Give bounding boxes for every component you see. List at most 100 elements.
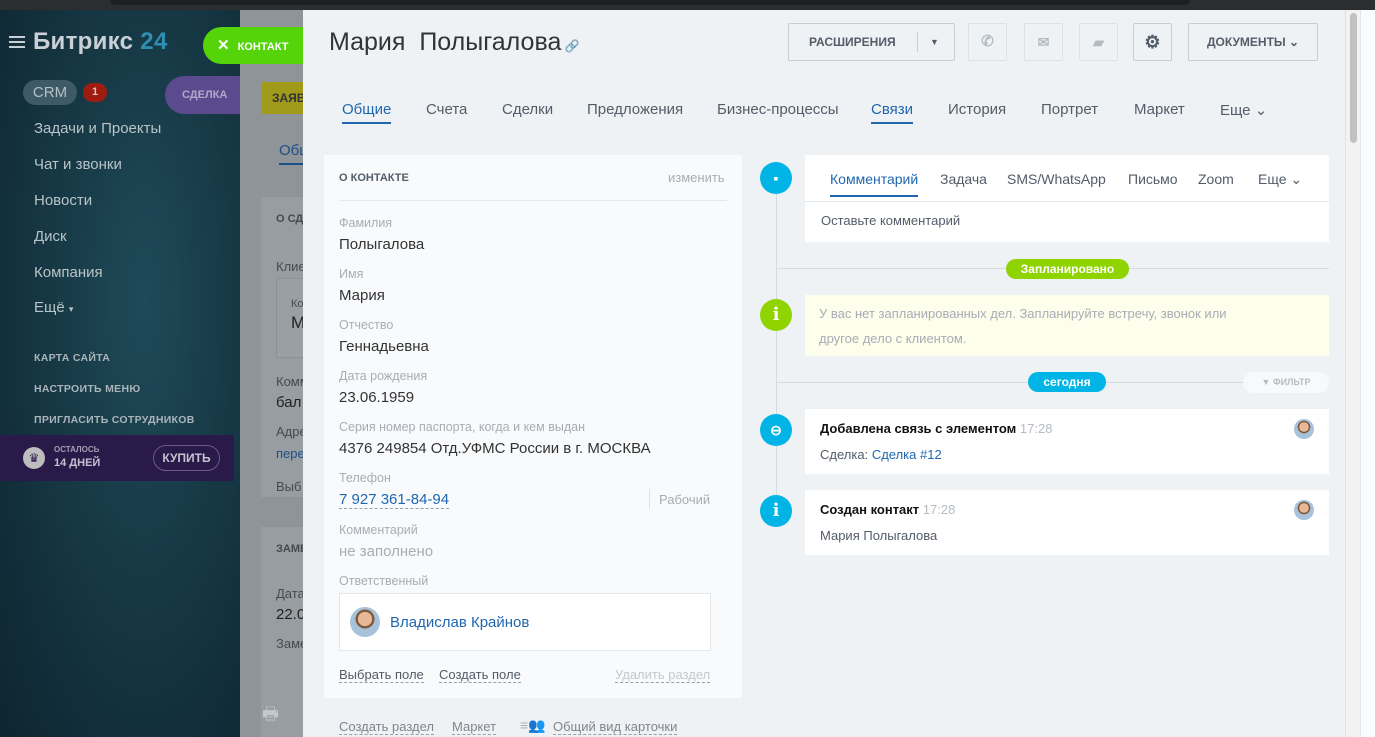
tab-deals[interactable]: Сделки (502, 101, 553, 118)
bg-text: пере (276, 446, 303, 461)
timeline-event (805, 409, 1329, 474)
tab-sms[interactable]: SMS/WhatsApp (1007, 171, 1106, 187)
field-label: Серия номер паспорта, когда и кем выдан (339, 420, 585, 434)
sidebar-item-disk[interactable]: Диск (34, 228, 67, 245)
chat-icon[interactable]: ▰ (1079, 23, 1118, 61)
gear-icon[interactable]: ⚙ (1133, 23, 1172, 61)
extensions-button[interactable]: РАСШИРЕНИЯ ▼ (788, 23, 955, 61)
documents-button[interactable]: ДОКУМЕНТЫ ⌄ (1188, 23, 1318, 61)
avatar (1294, 419, 1314, 439)
bg-text: М (291, 313, 303, 332)
bg-text: Заме (276, 636, 303, 651)
planned-text: У вас нет запланированных дел. Запланиру… (819, 306, 1227, 321)
phone-type: Рабочий (659, 492, 711, 507)
field-value: Мария (339, 287, 385, 304)
tab-market[interactable]: Маркет (1134, 101, 1185, 118)
edit-link[interactable]: изменить (668, 170, 725, 185)
bg-text: Клие (276, 259, 303, 274)
tab-quotes[interactable]: Предложения (587, 101, 683, 118)
event-text: Сделка: Сделка #12 (820, 447, 942, 462)
bg-text: ЗАМЕ (276, 543, 303, 555)
bg-tab: Общ (279, 142, 303, 165)
caret-down-icon: ▼ (930, 37, 939, 47)
sidebar-item-more[interactable]: Ещё ▾ (34, 299, 73, 316)
tab-bizproc[interactable]: Бизнес-процессы (717, 101, 839, 118)
configure-menu-link[interactable]: НАСТРОИТЬ МЕНЮ (34, 383, 140, 395)
event-title: Создан контакт 17:28 (820, 502, 956, 517)
buy-button[interactable]: КУПИТЬ (153, 445, 220, 471)
comment-input[interactable]: Оставьте комментарий (821, 213, 960, 228)
phone-label: Телефон (339, 471, 391, 485)
field-value: 4376 249854 Отд.УФМС России в г. МОСКВА (339, 440, 651, 457)
field-value: Полыгалова (339, 236, 425, 253)
common-view-link[interactable]: Общий вид карточки (553, 719, 678, 735)
sidebar-item-news[interactable]: Новости (34, 192, 92, 209)
tab-comment[interactable]: Комментарий (830, 171, 919, 197)
close-icon: ✕ (217, 37, 230, 54)
sidebar-item-crm[interactable]: CRM (23, 80, 77, 105)
sidebar-item-tasks[interactable]: Задачи и Проекты (34, 120, 161, 137)
scrollbar[interactable] (1345, 10, 1360, 737)
tab-invoices[interactable]: Счета (426, 101, 467, 118)
planned-badge: Запланировано (1006, 259, 1129, 279)
deal-slider-tab[interactable]: СДЕЛКА (165, 76, 240, 114)
bg-text: Дата (276, 586, 303, 601)
select-field-link[interactable]: Выбрать поле (339, 667, 424, 683)
background-page: ЗАЯВ Общ О СД Клие Ко М Комм бал Адре пе… (240, 10, 303, 737)
sidebar-item-chat[interactable]: Чат и звонки (34, 156, 122, 173)
create-field-link[interactable]: Создать поле (439, 667, 521, 683)
field-label: Отчество (339, 318, 394, 332)
phone-link[interactable]: 7 927 361-84-94 (339, 491, 450, 509)
comment-label: Комментарий (339, 523, 418, 537)
today-badge: сегодня (1028, 372, 1106, 392)
planned-text: другое дело с клиентом. (819, 331, 967, 346)
avatar (350, 607, 380, 637)
logo[interactable]: Битрикс 24 (33, 28, 168, 56)
menu-icon[interactable] (9, 36, 25, 48)
phone-icon[interactable]: ✆ (968, 23, 1007, 61)
timeline-line (776, 178, 777, 518)
tab-task[interactable]: Задача (940, 171, 987, 187)
tab-more[interactable]: Еще ⌄ (1258, 171, 1302, 188)
tab-more[interactable]: Еще ⌄ (1220, 101, 1267, 119)
responsible-label: Ответственный (339, 574, 429, 588)
tab-history[interactable]: История (948, 101, 1006, 118)
timeline-editor (805, 155, 1329, 242)
bg-text: бал (276, 394, 302, 411)
tab-portrait[interactable]: Портрет (1041, 101, 1098, 118)
create-section-link[interactable]: Создать раздел (339, 719, 434, 735)
tab-zoom[interactable]: Zoom (1198, 171, 1234, 187)
users-icon: ≡👥 (520, 717, 546, 733)
responsible-link[interactable]: Владислав Крайнов (390, 614, 529, 631)
tab-links[interactable]: Связи (871, 101, 914, 124)
invite-link[interactable]: ПРИГЛАСИТЬ СОТРУДНИКОВ (34, 414, 195, 426)
timeline-event (805, 490, 1329, 555)
delete-section-link[interactable]: Удалить раздел (615, 667, 711, 683)
market-link[interactable]: Маркет (452, 719, 497, 735)
event-text: Мария Полыгалова (820, 528, 938, 543)
comment-icon: ▪ (760, 162, 792, 194)
print-icon[interactable]: 🖶 (262, 702, 279, 732)
trial-days: 14 ДНЕЙ (54, 457, 101, 469)
trial-label: ОСТАЛОСЬ (54, 445, 100, 454)
field-value: Геннадьевна (339, 338, 429, 355)
sidebar-item-company[interactable]: Компания (34, 264, 103, 281)
bg-text: 22.0 (276, 606, 303, 623)
event-title: Добавлена связь с элементом 17:28 (820, 421, 1053, 436)
planned-empty-box (805, 295, 1329, 356)
deal-link[interactable]: Сделка #12 (872, 447, 942, 462)
filter-button[interactable]: ▼ ФИЛЬТР (1243, 372, 1329, 393)
bg-text: Адре (276, 424, 303, 439)
field-label: Фамилия (339, 216, 393, 230)
mail-icon[interactable]: ✉ (1024, 23, 1063, 61)
avatar (1294, 500, 1314, 520)
chevron-down-icon: ⌄ (1254, 102, 1268, 119)
link-icon: 🔗 (561, 39, 580, 53)
tab-general[interactable]: Общие (342, 101, 392, 124)
tab-email[interactable]: Письмо (1128, 171, 1178, 187)
bg-text: Выб (276, 479, 302, 494)
sitemap-link[interactable]: КАРТА САЙТА (34, 352, 110, 364)
filter-icon: ▼ (1261, 377, 1271, 387)
contact-slider-tab[interactable]: ✕ КОНТАКТ (203, 27, 313, 64)
tab-more-label: Еще (1220, 102, 1251, 119)
